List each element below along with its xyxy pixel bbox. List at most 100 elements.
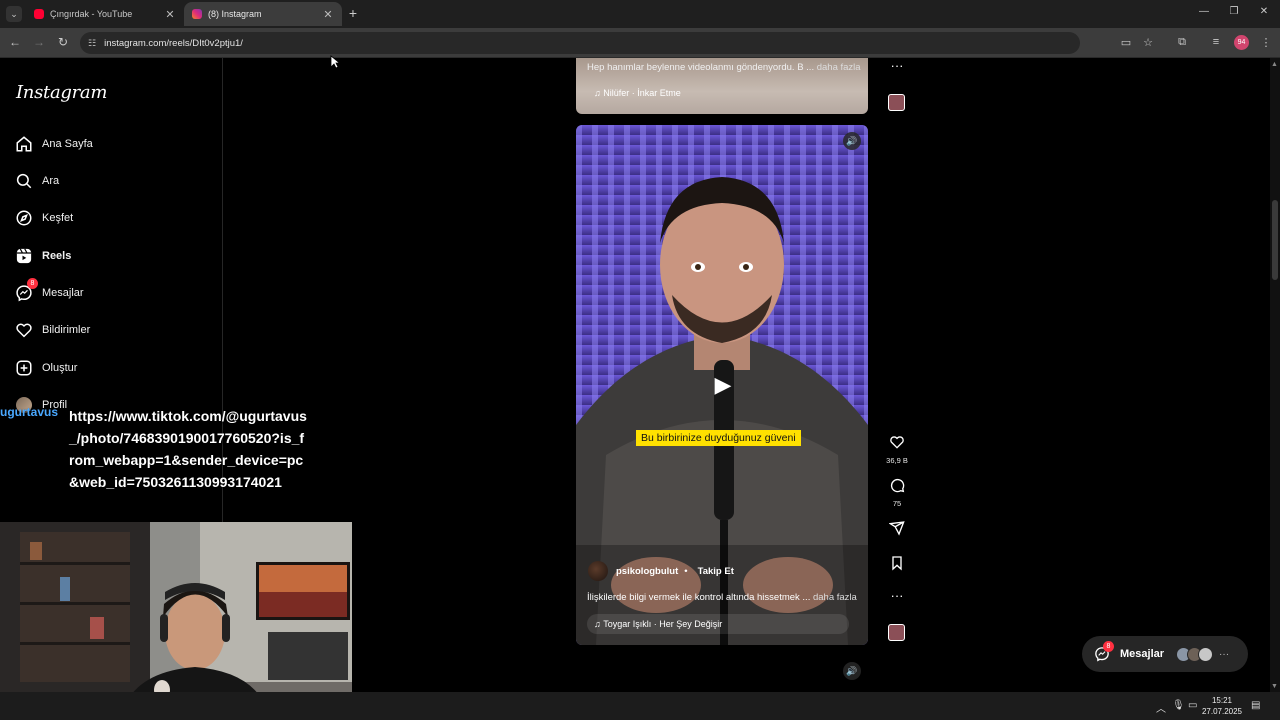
window-close-icon[interactable]: ✕ — [1257, 6, 1271, 17]
network-icon[interactable]: ▭ — [1188, 700, 1197, 711]
author-avatar[interactable] — [588, 561, 608, 581]
audio-thumbnail[interactable] — [888, 624, 905, 641]
avatar — [1198, 646, 1214, 662]
reel-caption-more-link[interactable]: daha fazla — [813, 592, 857, 603]
tab-title: (8) Instagram — [208, 9, 262, 19]
restore-icon[interactable]: ❐ — [1227, 6, 1241, 17]
chat-message-link: https://www.tiktok.com/@ugurtavus_/photo… — [69, 408, 307, 490]
tray-chevron-up-icon[interactable]: ︿ — [1156, 700, 1166, 715]
bookmark-icon — [892, 556, 902, 571]
share-button[interactable] — [884, 520, 910, 541]
url-text: instagram.com/reels/DIt0v2ptju1/ — [104, 37, 243, 49]
sidebar-item-label: Reels — [42, 250, 72, 262]
tab-title: Çıngırdak - YouTube — [50, 9, 133, 19]
scroll-up-arrow-icon[interactable]: ▲ — [1271, 61, 1278, 68]
sidebar-item-search[interactable]: Ara — [14, 169, 59, 193]
reel-caption-text: İlişkilerde bilgi vermek ile kontrol alt… — [587, 592, 811, 603]
sidebar-item-notifications[interactable]: Bildirimler — [14, 318, 90, 342]
chat-username: ugurtavus — [0, 405, 59, 419]
reel-video[interactable]: 🔊 ▶ Bu birbirinize duyduğunuz güveni psi… — [576, 125, 868, 645]
taskbar-clock[interactable]: 15:21 27.07.2025 — [1198, 695, 1246, 717]
instagram-logo[interactable]: Instagram — [16, 82, 107, 103]
messages-floating-button[interactable]: 8 Mesajlar ··· — [1082, 636, 1248, 672]
tab-youtube[interactable]: Çıngırdak - YouTube ✕ — [26, 2, 184, 26]
previous-reel[interactable]: Hep hanımlar beylenne videolanmı göndeny… — [576, 58, 868, 114]
plus-square-icon — [14, 358, 34, 378]
back-arrow-icon[interactable]: ← — [7, 35, 23, 49]
comment-count: 75 — [892, 499, 902, 508]
reel-audio-text: Nilüfer · İnkar Etme — [603, 88, 681, 98]
reel-audio[interactable]: ♫ Nilüfer · İnkar Etme — [594, 88, 681, 98]
search-icon — [14, 171, 34, 191]
save-button[interactable] — [884, 555, 910, 576]
browser-toolbar: ← → ↻ ☷ instagram.com/reels/DIt0v2ptju1/… — [0, 28, 1280, 58]
forward-arrow-icon[interactable]: → — [31, 35, 47, 49]
browser-profile-avatar[interactable]: 94 — [1234, 35, 1249, 50]
sidebar-item-messages[interactable]: 8 Mesajlar — [14, 278, 84, 305]
author-username[interactable]: psikologbulut — [616, 566, 678, 577]
sidebar-item-label: Keşfet — [42, 212, 74, 224]
notifications-icon[interactable]: ▤ — [1251, 700, 1260, 711]
bookmark-star-icon[interactable]: ☆ — [1141, 36, 1155, 49]
media-queue-icon[interactable]: ≡ — [1209, 36, 1223, 48]
cast-icon[interactable]: ▭ — [1119, 36, 1133, 49]
sidebar-item-label: Ana Sayfa — [42, 138, 93, 150]
messages-badge: 8 — [1103, 641, 1114, 652]
comment-button[interactable]: 75 — [884, 477, 910, 508]
send-icon — [888, 521, 905, 536]
page-scrollbar[interactable] — [1270, 58, 1280, 692]
minimize-icon[interactable]: — — [1197, 6, 1211, 17]
tab-search-chevron-icon[interactable]: ⌄ — [6, 6, 22, 22]
messenger-icon: 8 — [14, 278, 38, 303]
previous-audio-thumbnail[interactable] — [888, 94, 905, 111]
browser-tab-bar: ⌄ Çıngırdak - YouTube ✕ (8) Instagram ✕ … — [0, 0, 1280, 28]
site-info-icon[interactable]: ☷ — [88, 38, 96, 49]
sidebar-item-label: Ara — [42, 175, 60, 187]
clock-time: 15:21 — [1211, 696, 1233, 705]
webcam-overlay — [0, 522, 352, 720]
tab-close-icon[interactable]: ✕ — [164, 8, 176, 21]
messages-label: Mesajlar — [1120, 648, 1165, 660]
sidebar-item-label: Bildirimler — [42, 324, 91, 336]
play-icon[interactable]: ▶ — [708, 370, 738, 400]
youtube-favicon-icon — [34, 9, 44, 19]
sidebar-item-label: Oluştur — [42, 362, 78, 374]
scrollbar-thumb[interactable] — [1272, 200, 1278, 280]
reel-caption[interactable]: Hep hanımlar beylenne videolanmı göndeny… — [587, 62, 861, 73]
like-button[interactable]: 36,9 B — [884, 434, 910, 465]
like-count: 36,9 B — [886, 456, 908, 465]
next-reel-volume-icon[interactable]: 🔊 — [843, 662, 861, 680]
reel-caption-more-link[interactable]: daha fazla — [817, 62, 861, 73]
previous-more-options-icon[interactable]: ··· — [884, 58, 910, 73]
compass-icon — [14, 208, 34, 228]
tab-close-icon[interactable]: ✕ — [322, 8, 334, 21]
mouse-cursor-icon — [330, 55, 340, 69]
tab-instagram[interactable]: (8) Instagram ✕ — [184, 2, 342, 26]
scroll-down-arrow-icon[interactable]: ▼ — [1271, 683, 1278, 690]
extensions-puzzle-icon[interactable]: ⧉ — [1175, 36, 1189, 49]
instagram-favicon-icon — [192, 9, 202, 19]
clock-date: 27.07.2025 — [1201, 707, 1243, 716]
reels-icon — [14, 246, 34, 266]
windows-taskbar: ︿ 🎙 ▭ ▤ — [0, 692, 1280, 720]
conversation-avatars — [1176, 646, 1214, 662]
reload-icon[interactable]: ↻ — [55, 35, 71, 49]
new-tab-plus-icon[interactable]: + — [346, 5, 360, 21]
more-icon: ··· — [1219, 648, 1230, 660]
more-options-icon[interactable]: ··· — [884, 588, 910, 603]
sidebar-item-explore[interactable]: Keşfet — [14, 206, 73, 230]
address-bar[interactable]: ☷ instagram.com/reels/DIt0v2ptju1/ — [80, 32, 1080, 54]
home-icon — [14, 134, 34, 154]
sidebar-item-home[interactable]: Ana Sayfa — [14, 132, 93, 156]
browser-menu-icon[interactable]: ⋮ — [1259, 36, 1273, 49]
sidebar-item-reels[interactable]: Reels — [14, 244, 71, 268]
volume-icon[interactable]: 🔊 — [843, 132, 861, 150]
sidebar-item-create[interactable]: Oluştur — [14, 356, 77, 380]
video-subtitle: Bu birbirinize duyduğunuz güveni — [636, 430, 801, 446]
reel-caption[interactable]: İlişkilerde bilgi vermek ile kontrol alt… — [587, 592, 857, 603]
follow-button[interactable]: Takip Et — [698, 566, 734, 577]
webcam-image — [0, 522, 352, 720]
reel-audio[interactable]: ♫ Toygar Işıklı · Her Şey Değişir — [587, 614, 849, 634]
separator-dot: • — [684, 565, 688, 577]
microphone-icon[interactable]: 🎙 — [1172, 700, 1185, 711]
